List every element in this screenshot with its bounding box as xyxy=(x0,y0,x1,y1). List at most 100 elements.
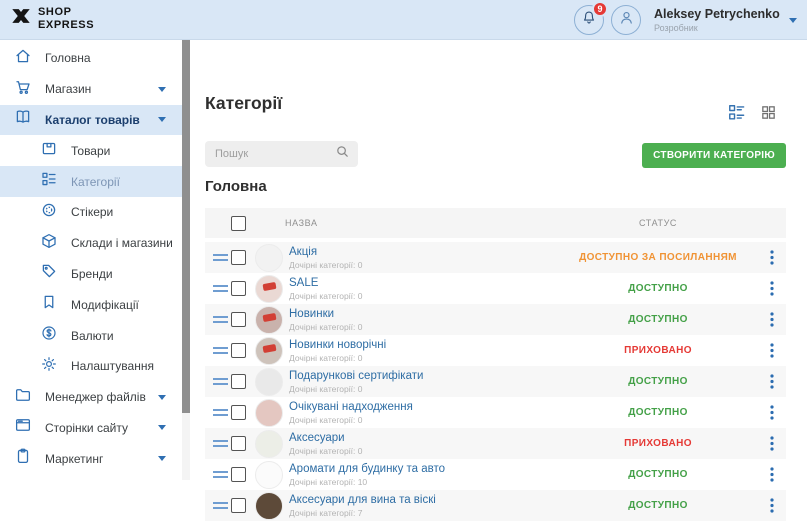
brand-line2: EXPRESS xyxy=(38,19,94,32)
sidebar-item-stickers[interactable]: Стікери xyxy=(0,197,182,228)
sidebar-item-categories[interactable]: Категорії xyxy=(0,166,182,197)
drag-handle-icon[interactable] xyxy=(213,409,228,416)
notifications-button[interactable]: 9 xyxy=(574,5,604,35)
row-checkbox[interactable] xyxy=(231,343,246,358)
drag-handle-icon[interactable] xyxy=(213,316,228,323)
drag-handle-icon[interactable] xyxy=(213,502,228,509)
sidebar-item-products[interactable]: Товари xyxy=(0,135,182,166)
home-icon xyxy=(14,47,32,70)
table-row: SALE Дочірні категорії: 0 ДОСТУПНО xyxy=(205,273,786,304)
category-children-count: Дочірні категорії: 0 xyxy=(289,260,558,270)
row-menu-button[interactable] xyxy=(758,405,786,420)
drag-handle-icon[interactable] xyxy=(213,378,228,385)
sidebar-scrollbar-thumb[interactable] xyxy=(182,40,190,413)
drag-handle-icon[interactable] xyxy=(213,285,228,292)
row-menu-button[interactable] xyxy=(758,343,786,358)
sidebar-scrollbar-track[interactable] xyxy=(182,40,190,480)
drag-handle-icon[interactable] xyxy=(213,254,228,261)
sticker-icon xyxy=(40,201,58,224)
browser-window-icon xyxy=(14,416,32,439)
row-checkbox[interactable] xyxy=(231,312,246,327)
category-name-link[interactable]: Аксесуари xyxy=(289,432,558,444)
category-children-count: Дочірні категорії: 0 xyxy=(289,415,558,425)
sidebar-item-label: Склади і магазини xyxy=(71,236,173,250)
sidebar-item-site-pages[interactable]: Сторінки сайту xyxy=(0,413,182,444)
person-icon xyxy=(617,8,636,32)
sidebar-item-label: Модифікації xyxy=(71,298,139,312)
row-menu-button[interactable] xyxy=(758,250,786,265)
sidebar-item-marketing[interactable]: Маркетинг xyxy=(0,443,182,474)
search-box xyxy=(205,141,358,167)
sidebar-item-file-manager[interactable]: Менеджер файлів xyxy=(0,382,182,413)
sidebar-item-label: Магазин xyxy=(45,82,91,96)
sidebar-item-label: Головна xyxy=(45,51,91,65)
brand-logo[interactable]: SHOP EXPRESS xyxy=(10,5,94,32)
table-row: Акція Дочірні категорії: 0 ДОСТУПНО ЗА П… xyxy=(205,242,786,273)
page-title: Категорії xyxy=(205,93,282,114)
notification-count-badge: 9 xyxy=(592,1,608,17)
sidebar-item-modifications[interactable]: Модифікації xyxy=(0,289,182,320)
select-all-checkbox[interactable] xyxy=(231,216,246,231)
list-icon xyxy=(40,170,58,193)
sidebar-item-label: Стікери xyxy=(71,205,113,219)
shopexpress-logo-icon xyxy=(10,5,32,32)
row-checkbox[interactable] xyxy=(231,281,246,296)
sidebar-item-label: Бренди xyxy=(71,267,113,281)
section-title: Головна xyxy=(205,178,267,195)
row-menu-button[interactable] xyxy=(758,281,786,296)
row-menu-button[interactable] xyxy=(758,436,786,451)
grid-view-icon[interactable] xyxy=(760,104,777,126)
category-name-link[interactable]: SALE xyxy=(289,277,558,289)
sidebar-item-shop[interactable]: Магазин xyxy=(0,74,182,105)
row-menu-button[interactable] xyxy=(758,312,786,327)
category-name-link[interactable]: Акція xyxy=(289,246,558,258)
row-checkbox[interactable] xyxy=(231,498,246,513)
search-icon[interactable] xyxy=(335,144,350,164)
sidebar-item-label: Валюти xyxy=(71,329,114,343)
sidebar-item-label: Налаштування xyxy=(71,359,154,373)
table-row: Очікувані надходження Дочірні категорії:… xyxy=(205,397,786,428)
sidebar-item-currencies[interactable]: Валюти xyxy=(0,320,182,351)
category-name-link[interactable]: Очікувані надходження xyxy=(289,401,558,413)
sidebar-item-settings[interactable]: Налаштування xyxy=(0,351,182,382)
category-thumbnail xyxy=(255,337,283,365)
category-name-link[interactable]: Подарункові сертифікати xyxy=(289,370,558,382)
create-category-button[interactable]: СТВОРИТИ КАТЕГОРІЮ xyxy=(642,143,786,168)
sidebar-item-catalog[interactable]: Каталог товарів xyxy=(0,105,182,136)
row-checkbox[interactable] xyxy=(231,250,246,265)
row-checkbox[interactable] xyxy=(231,405,246,420)
category-name-link[interactable]: Новинки xyxy=(289,308,558,320)
status-badge: ДОСТУПНО xyxy=(558,314,758,325)
table-row: Аксесуари для вина та віскі Дочірні кате… xyxy=(205,490,786,521)
drag-handle-icon[interactable] xyxy=(213,347,228,354)
row-menu-button[interactable] xyxy=(758,374,786,389)
list-view-icon[interactable] xyxy=(727,103,746,127)
status-badge: ПРИХОВАНО xyxy=(558,438,758,449)
category-name-link[interactable]: Аксесуари для вина та віскі xyxy=(289,494,558,506)
category-name-link[interactable]: Аромати для будинку та авто xyxy=(289,463,558,475)
search-input[interactable] xyxy=(215,148,335,160)
top-bar: SHOP EXPRESS 9 Aleksey Petrychenko Розро… xyxy=(0,0,807,40)
package-icon xyxy=(40,139,58,162)
sidebar-item-brands[interactable]: Бренди xyxy=(0,259,182,290)
row-checkbox[interactable] xyxy=(231,436,246,451)
category-children-count: Дочірні категорії: 10 xyxy=(289,477,558,487)
row-menu-button[interactable] xyxy=(758,498,786,513)
table-header: НАЗВА СТАТУС xyxy=(205,208,786,238)
category-children-count: Дочірні категорії: 0 xyxy=(289,384,558,394)
row-checkbox[interactable] xyxy=(231,374,246,389)
clipboard-icon xyxy=(14,447,32,470)
drag-handle-icon[interactable] xyxy=(213,471,228,478)
category-children-count: Дочірні категорії: 0 xyxy=(289,353,558,363)
table-row: Новинки новорічні Дочірні категорії: 0 П… xyxy=(205,335,786,366)
user-avatar-button[interactable] xyxy=(611,5,641,35)
user-cluster: 9 Aleksey Petrychenko Розробник xyxy=(574,0,797,40)
category-name-link[interactable]: Новинки новорічні xyxy=(289,339,558,351)
sidebar-item-home[interactable]: Головна xyxy=(0,43,182,74)
drag-handle-icon[interactable] xyxy=(213,440,228,447)
user-info[interactable]: Aleksey Petrychenko Розробник xyxy=(654,7,782,33)
cart-icon xyxy=(14,78,32,101)
chevron-down-icon[interactable] xyxy=(789,18,797,23)
column-header-name: НАЗВА xyxy=(285,218,558,228)
sidebar-item-warehouses[interactable]: Склади і магазини xyxy=(0,228,182,259)
